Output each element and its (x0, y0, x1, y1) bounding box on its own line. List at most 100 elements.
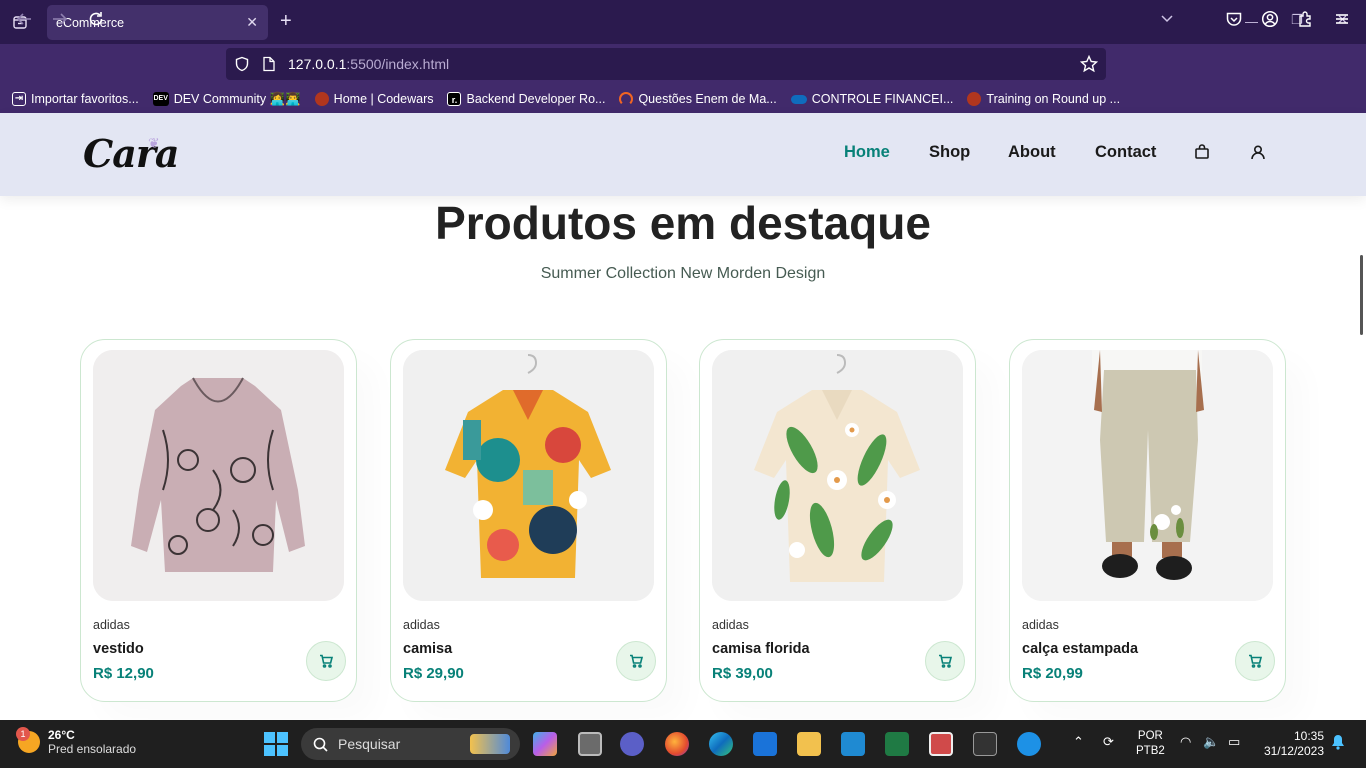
menu-icon[interactable] (1333, 10, 1351, 33)
product-image-floral-shirt[interactable] (712, 350, 963, 601)
cart-icon (319, 654, 333, 668)
shopping-bag-icon[interactable] (1194, 144, 1210, 165)
product-card[interactable]: adidas camisa florida R$ 39,00 (699, 339, 976, 702)
bookmark-item[interactable]: ⇥ Importar favoritos... (12, 92, 139, 106)
meet-icon[interactable] (620, 732, 644, 756)
task-view-icon[interactable] (578, 732, 602, 756)
nav-shop[interactable]: Shop (929, 143, 970, 162)
extensions-icon[interactable] (1297, 10, 1315, 33)
product-brand: adidas (1022, 618, 1059, 632)
lavender-icon: ❦ (148, 135, 160, 151)
bookmark-item[interactable]: Questões Enem de Ma... (619, 92, 777, 106)
copilot-icon[interactable] (533, 732, 557, 756)
page-info-icon[interactable] (262, 56, 276, 72)
bookmark-item[interactable]: r. Backend Developer Ro... (447, 92, 605, 106)
minimize-icon[interactable]: — (1245, 14, 1258, 29)
bookmark-item[interactable]: Home | Codewars (314, 92, 434, 106)
bookmark-item[interactable]: CONTROLE FINANCEI... (790, 92, 954, 106)
snipping-tool-icon[interactable] (929, 732, 953, 756)
terminal-icon[interactable] (973, 732, 997, 756)
weather-widget[interactable]: 1 26°C Pred ensolarado (16, 727, 137, 756)
reload-icon[interactable] (87, 10, 105, 33)
edge-icon[interactable] (709, 732, 733, 756)
product-image-blouse[interactable] (93, 350, 344, 601)
product-name: camisa florida (712, 641, 810, 657)
url-path: :5500/index.html (346, 56, 450, 72)
add-to-cart-button[interactable] (1235, 641, 1275, 681)
excel-icon[interactable] (885, 732, 909, 756)
url-text[interactable]: 127.0.0.1:5500/index.html (288, 56, 449, 72)
url-host: 127.0.0.1 (288, 56, 347, 72)
codewars-icon (967, 92, 982, 106)
notification-badge: 1 (16, 727, 30, 741)
nav-home[interactable]: Home (844, 143, 890, 162)
product-name: camisa (403, 641, 453, 657)
bookmark-label: CONTROLE FINANCEI... (811, 92, 954, 106)
account-icon[interactable] (1261, 10, 1279, 33)
nav-about[interactable]: About (1008, 143, 1056, 162)
close-tab-icon[interactable]: ✕ (246, 14, 258, 31)
vscode-icon[interactable] (841, 732, 865, 756)
site-header: Cara ❦ Home Shop About Contact (0, 113, 1366, 196)
chevron-up-icon[interactable]: ⌃ (1073, 734, 1084, 750)
firefox-icon[interactable] (665, 732, 689, 756)
questoes-icon (619, 92, 634, 106)
search-icon (313, 737, 328, 752)
product-name: calça estampada (1022, 641, 1139, 657)
language-indicator[interactable]: POR PTB2 (1136, 729, 1165, 759)
bookmark-label: Importar favoritos... (31, 92, 139, 106)
taskbar-search[interactable]: Pesquisar (301, 728, 520, 760)
battery-icon[interactable]: ▭ (1228, 734, 1240, 750)
product-price: R$ 39,00 (712, 665, 773, 682)
user-icon[interactable] (1250, 144, 1266, 165)
product-card[interactable]: adidas vestido R$ 12,90 (80, 339, 357, 702)
bookmark-item[interactable]: Training on Round up ... (967, 92, 1120, 106)
docker-icon[interactable] (1017, 732, 1041, 756)
browser-tab-active[interactable]: eCommerce ✕ (47, 5, 268, 40)
windows-taskbar: 1 26°C Pred ensolarado Pesquisar ⌃ ⟳ POR… (0, 720, 1366, 768)
mail-icon[interactable] (753, 732, 777, 756)
nav-contact[interactable]: Contact (1095, 143, 1156, 162)
shield-icon[interactable] (234, 56, 250, 72)
taskbar-clock[interactable]: 10:35 31/12/2023 (1260, 729, 1324, 759)
bookmark-item[interactable]: DEV DEV Community 👩‍💻👨‍💻 (152, 92, 301, 107)
new-tab-icon[interactable]: + (280, 9, 292, 33)
product-price: R$ 20,99 (1022, 665, 1083, 682)
clock-time: 10:35 (1293, 729, 1324, 743)
product-image-colorful-shirt[interactable] (403, 350, 654, 601)
notifications-bell-icon[interactable] (1331, 734, 1345, 753)
url-bar[interactable]: 127.0.0.1:5500/index.html (226, 48, 1106, 80)
keyboard-layout: PTB2 (1136, 745, 1165, 757)
search-highlight-icon (470, 734, 510, 754)
site-logo[interactable]: Cara (83, 131, 180, 176)
volume-muted-icon[interactable]: 🔈 (1203, 734, 1219, 750)
codewars-icon (314, 92, 329, 106)
sync-icon[interactable]: ⟳ (1103, 734, 1114, 750)
chevron-down-icon[interactable] (1160, 12, 1174, 29)
add-to-cart-button[interactable] (306, 641, 346, 681)
add-to-cart-button[interactable] (616, 641, 656, 681)
onedrive-icon (790, 94, 807, 104)
section-subtitle: Summer Collection New Morden Design (540, 265, 826, 282)
product-image-pants[interactable] (1022, 350, 1273, 601)
sun-icon: 1 (16, 727, 40, 753)
product-price: R$ 29,90 (403, 665, 464, 682)
pocket-icon[interactable] (1225, 10, 1243, 33)
product-brand: adidas (403, 618, 440, 632)
bookmark-label: Backend Developer Ro... (466, 92, 606, 106)
cart-icon (1248, 654, 1262, 668)
weather-desc: Pred ensolarado (48, 742, 137, 756)
back-icon[interactable] (15, 10, 33, 33)
product-brand: adidas (93, 618, 130, 632)
add-to-cart-button[interactable] (925, 641, 965, 681)
forward-icon[interactable] (51, 10, 69, 33)
product-card[interactable]: adidas camisa R$ 29,90 (390, 339, 667, 702)
windows-start-icon[interactable] (264, 732, 288, 756)
import-icon: ⇥ (12, 92, 26, 106)
product-card[interactable]: adidas calça estampada R$ 20,99 (1009, 339, 1286, 702)
wifi-icon[interactable]: ◠ (1180, 734, 1191, 750)
bookmarks-bar: ⇥ Importar favoritos... DEV DEV Community … (0, 85, 1366, 113)
file-explorer-icon[interactable] (797, 732, 821, 756)
bookmark-label: Home | Codewars (333, 92, 434, 106)
bookmark-star-icon[interactable] (1080, 55, 1098, 73)
